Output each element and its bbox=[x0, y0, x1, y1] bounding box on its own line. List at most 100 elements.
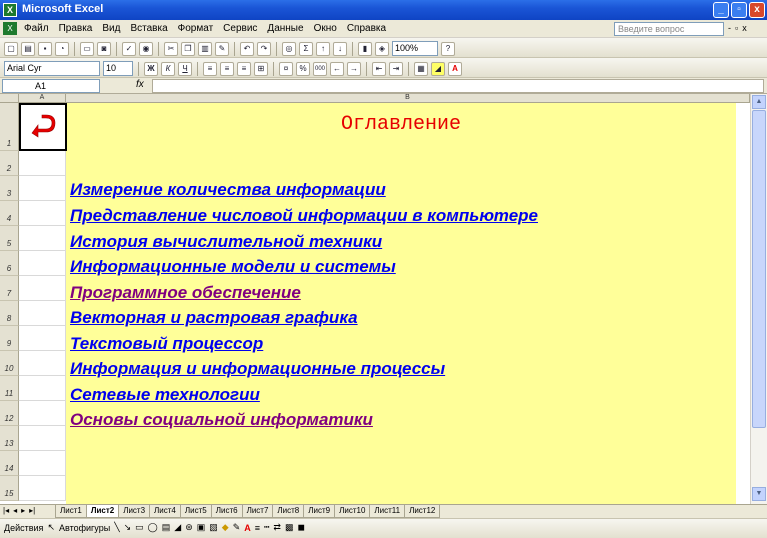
menu-view[interactable]: Вид bbox=[102, 23, 120, 34]
link-information-processes[interactable]: Информация и информационные процессы bbox=[70, 359, 445, 379]
save-icon[interactable]: ▪ bbox=[38, 41, 52, 56]
cell-column-a[interactable] bbox=[19, 301, 66, 326]
draw-actions-menu[interactable]: Действия bbox=[4, 523, 43, 533]
sheet-tab[interactable]: Лист11 bbox=[369, 505, 406, 518]
cell-column-a[interactable] bbox=[19, 451, 66, 476]
increase-indent-icon[interactable]: ⇥ bbox=[389, 61, 403, 76]
vertical-scrollbar[interactable]: ▲ ▼ bbox=[750, 94, 767, 504]
underline-button[interactable]: Ч bbox=[178, 61, 192, 76]
sheet-tab[interactable]: Лист2 bbox=[85, 505, 120, 518]
row-header[interactable]: 11 bbox=[0, 376, 19, 401]
preview-icon[interactable]: ◙ bbox=[97, 41, 111, 56]
scroll-down-icon[interactable]: ▼ bbox=[752, 487, 766, 501]
link-computing-history[interactable]: История вычислительной техники bbox=[70, 232, 382, 252]
menu-file[interactable]: Файл bbox=[24, 23, 49, 34]
menu-data[interactable]: Данные bbox=[267, 23, 303, 34]
percent-button[interactable]: % bbox=[296, 61, 310, 76]
row-header[interactable]: 14 bbox=[0, 451, 19, 476]
fill-color-draw-icon[interactable]: ◆ bbox=[222, 522, 229, 533]
row-header[interactable]: 13 bbox=[0, 426, 19, 451]
fill-color-icon[interactable]: ◢ bbox=[431, 61, 445, 76]
borders-icon[interactable]: ▦ bbox=[414, 61, 428, 76]
doc-minimize-button[interactable]: - bbox=[728, 23, 731, 33]
research-icon[interactable]: ◉ bbox=[139, 41, 153, 56]
prev-sheet-icon[interactable]: ◂ bbox=[13, 506, 17, 515]
doc-close-button[interactable]: x bbox=[742, 23, 747, 33]
cell-column-a[interactable] bbox=[19, 176, 66, 201]
sheet-tab[interactable]: Лист8 bbox=[272, 505, 305, 518]
arrow-style-icon[interactable]: ⇄ bbox=[273, 522, 281, 533]
menu-insert[interactable]: Вставка bbox=[130, 23, 167, 34]
chart-wizard-icon[interactable]: ▮ bbox=[358, 41, 372, 56]
arrow-icon[interactable]: ↘ bbox=[124, 522, 132, 533]
format-painter-icon[interactable]: ✎ bbox=[215, 41, 229, 56]
close-button[interactable]: x bbox=[749, 2, 765, 18]
name-box[interactable]: A1 bbox=[2, 79, 100, 93]
menu-window[interactable]: Окно bbox=[314, 23, 337, 34]
line-color-icon[interactable]: ✎ bbox=[233, 522, 241, 533]
sheet-tab[interactable]: Лист5 bbox=[179, 505, 212, 518]
sheet-tab[interactable]: Лист3 bbox=[118, 505, 151, 518]
row-header[interactable]: 9 bbox=[0, 326, 19, 351]
sheet-tab[interactable]: Лист6 bbox=[210, 505, 243, 518]
increase-decimal-icon[interactable]: ← bbox=[330, 61, 344, 76]
next-sheet-icon[interactable]: ▸ bbox=[21, 506, 25, 515]
row-header[interactable]: 10 bbox=[0, 351, 19, 376]
menu-help[interactable]: Справка bbox=[347, 23, 386, 34]
row-header[interactable]: 2 bbox=[0, 151, 19, 176]
row-header[interactable]: 5 bbox=[0, 226, 19, 251]
wordart-icon[interactable]: ◢ bbox=[174, 522, 181, 533]
align-center-icon[interactable]: ≡ bbox=[220, 61, 234, 76]
link-word-processor[interactable]: Текстовый процессор bbox=[70, 334, 263, 354]
link-graphics[interactable]: Векторная и растровая графика bbox=[70, 308, 358, 328]
cell-column-a[interactable] bbox=[19, 426, 66, 451]
link-social-informatics[interactable]: Основы социальной информатики bbox=[70, 410, 373, 430]
autosum-icon[interactable]: Σ bbox=[299, 41, 313, 56]
currency-icon[interactable]: ¤ bbox=[279, 61, 293, 76]
row-header[interactable]: 4 bbox=[0, 201, 19, 226]
cell-column-a[interactable] bbox=[19, 201, 66, 226]
cell-column-a[interactable] bbox=[19, 251, 66, 276]
dash-style-icon[interactable]: ┅ bbox=[264, 522, 269, 533]
clipart-icon[interactable]: ▣ bbox=[197, 522, 206, 533]
italic-button[interactable]: К bbox=[161, 61, 175, 76]
document-icon[interactable]: X bbox=[3, 22, 17, 35]
picture-icon[interactable]: ▧ bbox=[209, 522, 218, 533]
font-color-draw-icon[interactable]: A bbox=[244, 523, 251, 533]
row-header[interactable]: 8 bbox=[0, 301, 19, 326]
help-question-input[interactable]: Введите вопрос bbox=[614, 22, 724, 36]
insert-function-button[interactable]: fx bbox=[136, 79, 144, 90]
rectangle-icon[interactable]: ▭ bbox=[135, 522, 144, 533]
column-header-b[interactable]: B bbox=[66, 94, 750, 103]
zoom-select[interactable]: 100% bbox=[392, 41, 438, 56]
new-icon[interactable]: ▢ bbox=[4, 41, 18, 56]
cell-column-a[interactable] bbox=[19, 476, 66, 501]
last-sheet-icon[interactable]: ▸| bbox=[29, 506, 35, 515]
diagram-icon[interactable]: ⊛ bbox=[185, 522, 193, 533]
column-header-a[interactable]: A bbox=[19, 94, 66, 103]
cell-column-a[interactable] bbox=[19, 226, 66, 251]
sheet-tab[interactable]: Лист10 bbox=[334, 505, 371, 518]
sort-asc-icon[interactable]: ↑ bbox=[316, 41, 330, 56]
textbox-icon[interactable]: ▤ bbox=[162, 522, 171, 533]
font-size-select[interactable]: 10 bbox=[103, 61, 133, 76]
bold-button[interactable]: Ж bbox=[144, 61, 158, 76]
scroll-up-icon[interactable]: ▲ bbox=[752, 95, 766, 109]
sheet-tab[interactable]: Лист9 bbox=[303, 505, 336, 518]
link-software[interactable]: Программное обеспечение bbox=[70, 283, 301, 303]
menu-tools[interactable]: Сервис bbox=[223, 23, 257, 34]
link-measuring-information[interactable]: Измерение количества информации bbox=[70, 180, 386, 200]
paste-icon[interactable]: ▥ bbox=[198, 41, 212, 56]
shadow-icon[interactable]: ▩ bbox=[285, 522, 294, 533]
select-all-corner[interactable] bbox=[0, 94, 19, 103]
drawing-icon[interactable]: ◈ bbox=[375, 41, 389, 56]
cell-column-a[interactable] bbox=[19, 351, 66, 376]
worksheet-grid[interactable]: A B 1 2 3 4 5 6 7 8 9 10 11 12 13 14 15 Оглавление Изм… bbox=[0, 94, 767, 504]
menu-format[interactable]: Формат bbox=[178, 23, 214, 34]
merge-center-icon[interactable]: ⊞ bbox=[254, 61, 268, 76]
line-style-icon[interactable]: ≡ bbox=[255, 523, 260, 533]
menu-edit[interactable]: Правка bbox=[59, 23, 93, 34]
sheet-tab[interactable]: Лист1 bbox=[55, 505, 87, 518]
font-name-select[interactable]: Arial Cyr bbox=[4, 61, 100, 76]
redo-icon[interactable]: ↷ bbox=[257, 41, 271, 56]
